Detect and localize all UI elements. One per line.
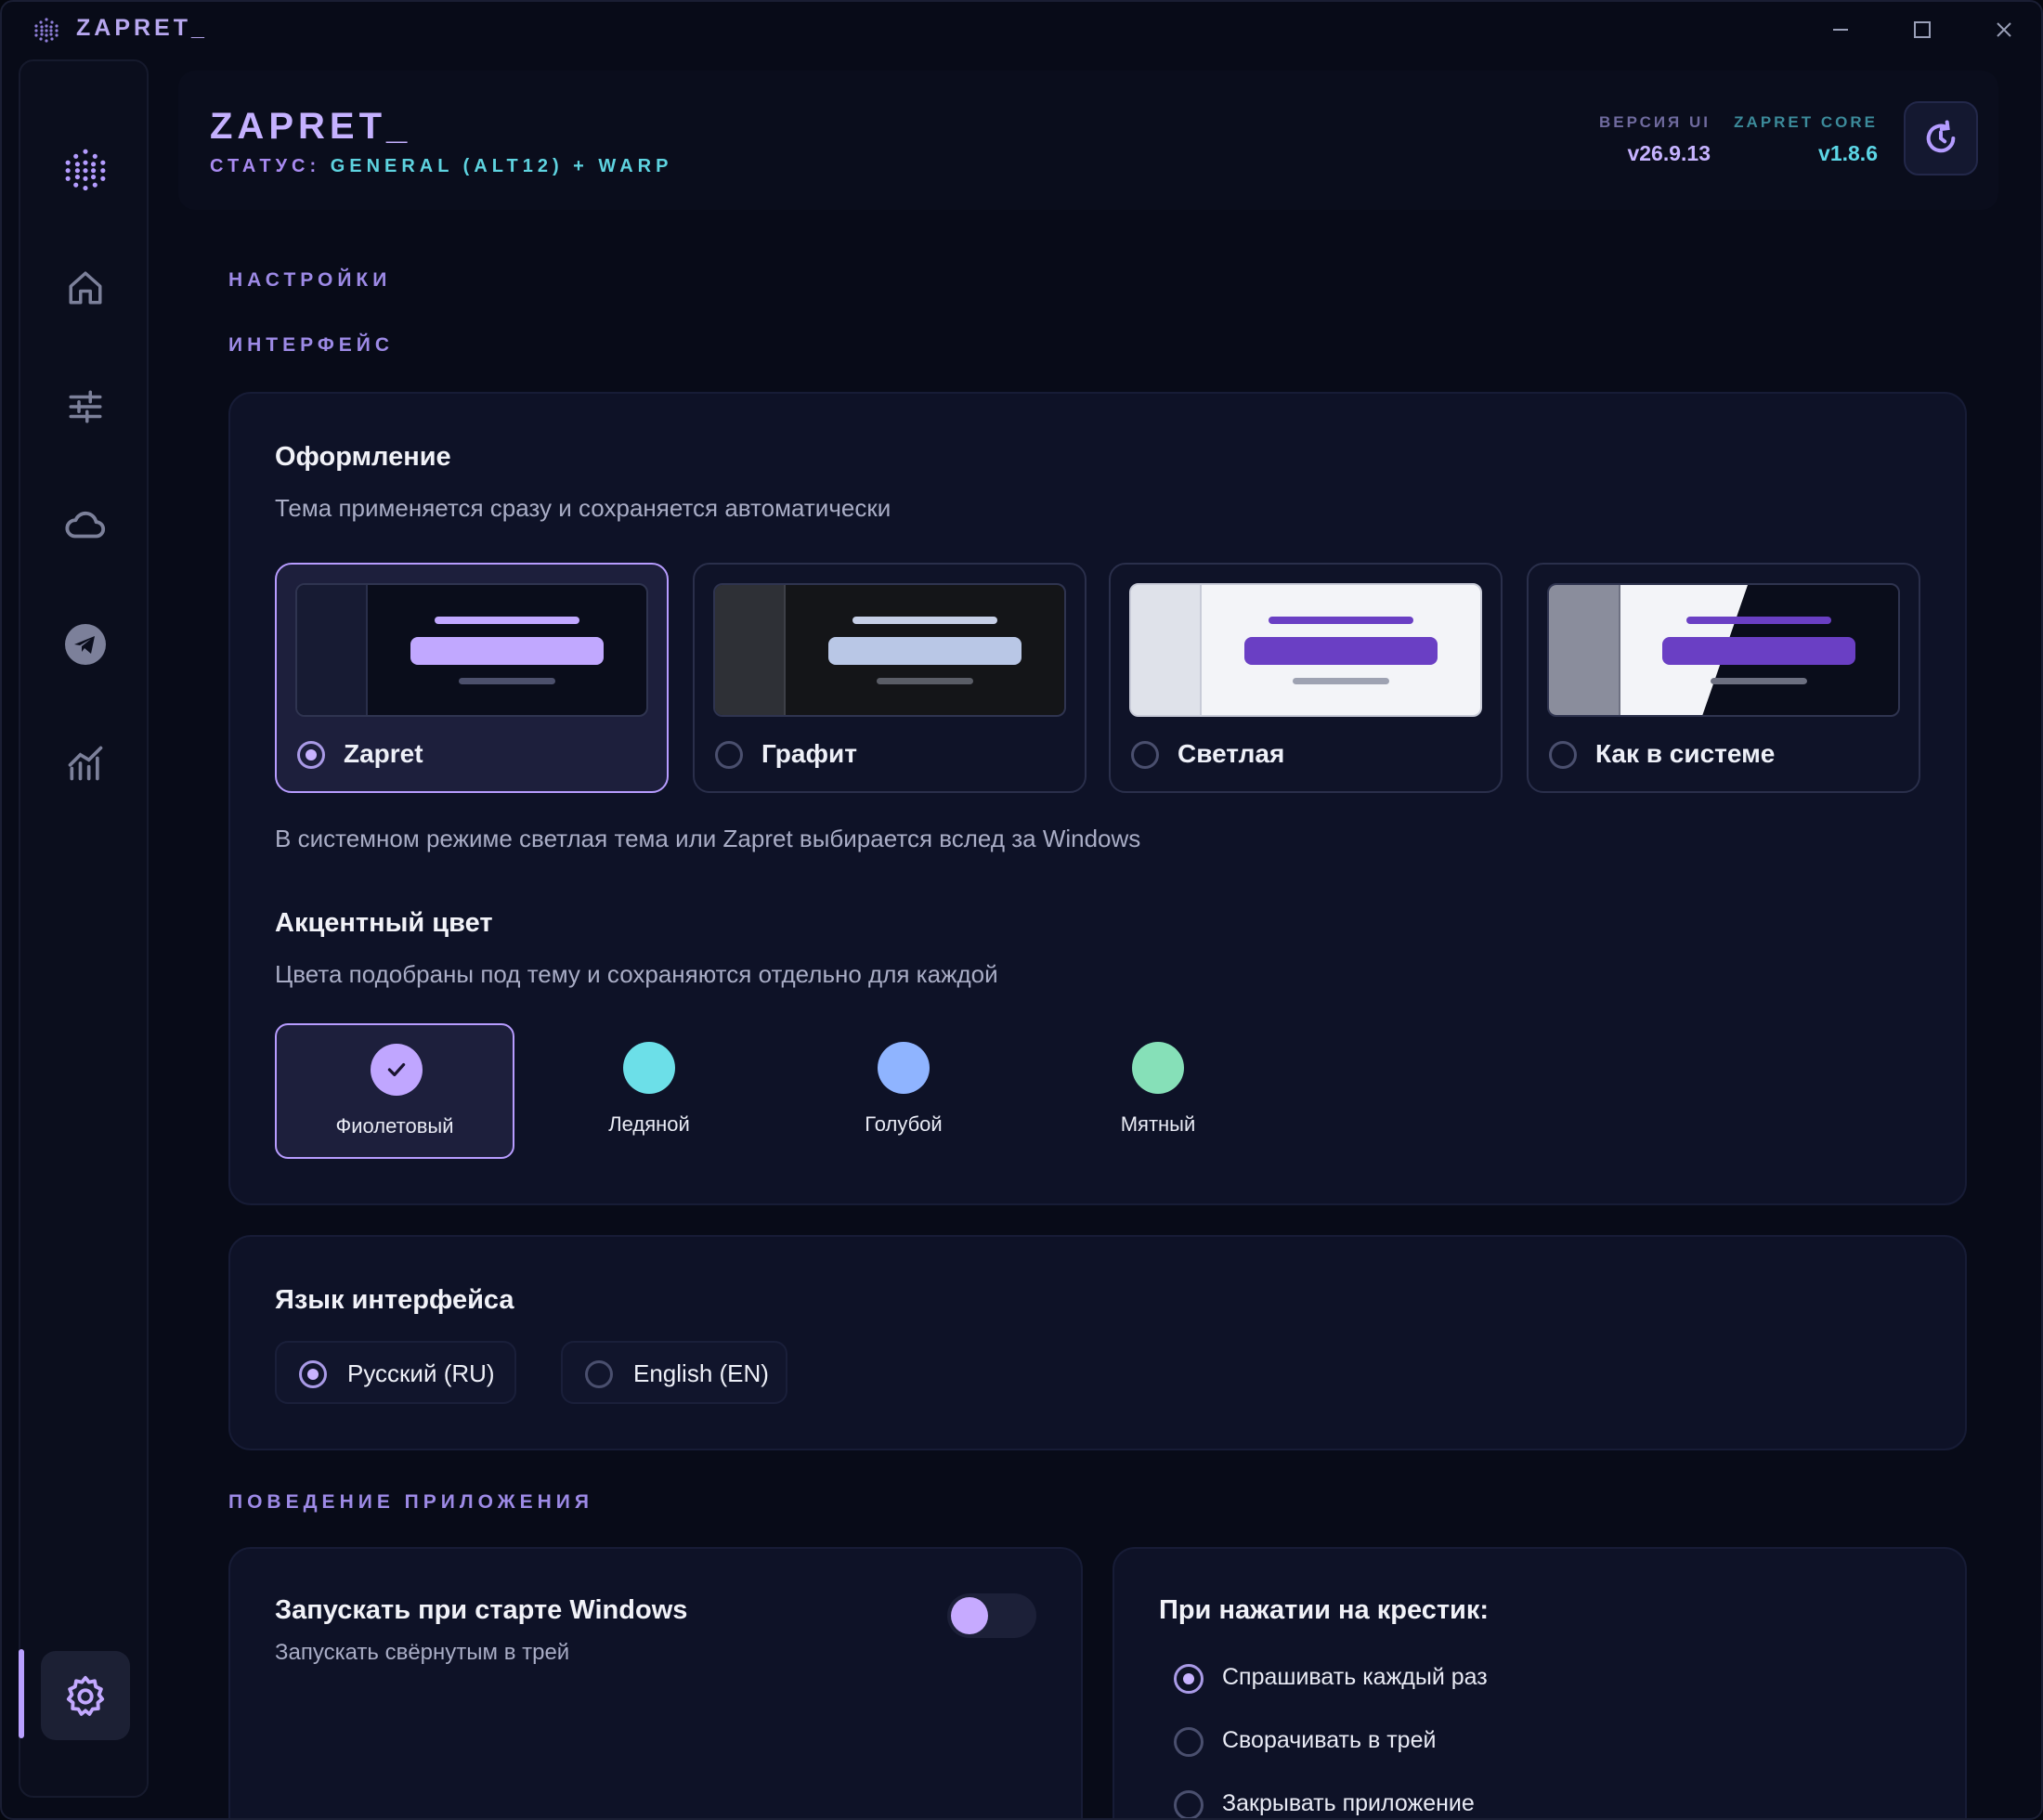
language-option-en[interactable]: English (EN) (561, 1341, 787, 1404)
chart-icon (68, 746, 103, 781)
section-settings: НАСТРОЙКИ (228, 269, 392, 291)
theme-preview (1129, 583, 1482, 717)
appearance-title: Оформление (275, 442, 451, 472)
accent-swatch (623, 1042, 675, 1094)
minimize-button[interactable] (1817, 11, 1864, 48)
accent-swatch (1132, 1042, 1184, 1094)
toggle-knob (951, 1597, 988, 1634)
autostart-subtitle: Запускать свёрнутым в трей (275, 1640, 570, 1665)
accent-option-violet[interactable]: Фиолетовый (275, 1023, 514, 1159)
sidebar-item-telegram[interactable] (52, 611, 119, 678)
theme-option-light[interactable]: Светлая (1109, 563, 1503, 793)
page-title: ZAPRET_ (210, 106, 412, 147)
theme-label: Zapret (344, 739, 423, 768)
core-version-value: v1.8.6 (1818, 141, 1878, 165)
autostart-card (228, 1547, 1083, 1818)
close-icon (1997, 22, 2011, 37)
autostart-toggle[interactable] (947, 1593, 1036, 1638)
home-icon (69, 271, 102, 305)
close-option-label: Спрашивать каждый раз (1222, 1664, 1488, 1690)
cloud-icon (65, 511, 106, 539)
theme-radio[interactable] (297, 741, 325, 769)
theme-preview (713, 583, 1066, 717)
language-radio[interactable] (299, 1360, 327, 1388)
close-option-label: Сворачивать в трей (1222, 1727, 1437, 1753)
status-label: СТАТУС: (210, 156, 321, 176)
dots-logo-icon (65, 149, 106, 191)
ui-version-value: v26.9.13 (1627, 141, 1711, 165)
sidebar-item-stats[interactable] (52, 730, 119, 797)
close-option-radio[interactable] (1174, 1727, 1204, 1757)
accent-option-mint[interactable]: Мятный (1038, 1023, 1278, 1159)
gear-icon (66, 1675, 105, 1716)
dots-logo-icon (34, 18, 59, 43)
language-radio[interactable] (585, 1360, 613, 1388)
header: ZAPRET_ СТАТУС: GENERAL (ALT12) + WARP В… (178, 71, 1998, 210)
accent-label: Мятный (1120, 1112, 1196, 1136)
sidebar (19, 59, 149, 1798)
maximize-button[interactable] (1899, 11, 1945, 48)
check-icon (387, 1062, 406, 1077)
appearance-subtitle: Тема применяется сразу и сохраняется авт… (275, 494, 891, 522)
theme-radio[interactable] (1549, 741, 1577, 769)
theme-radio[interactable] (715, 741, 743, 769)
maximize-icon (1914, 21, 1931, 38)
theme-option-graphite[interactable]: Графит (693, 563, 1087, 793)
system-theme-preview (1549, 585, 1855, 715)
theme-option-zapret[interactable]: Zapret (275, 563, 669, 793)
ui-version: ВЕРСИЯ UI v26.9.13 (1525, 113, 1711, 166)
accent-label: Ледяной (608, 1112, 690, 1136)
language-option-ru[interactable]: Русский (RU) (275, 1341, 516, 1404)
language-label: Русский (RU) (347, 1359, 495, 1387)
title-bar: ZAPRET_ (2, 2, 2041, 58)
sidebar-item-home[interactable] (52, 254, 119, 321)
language-title: Язык интерфейса (275, 1285, 514, 1315)
status-line: СТАТУС: GENERAL (ALT12) + WARP (210, 156, 672, 177)
minimize-icon (1833, 29, 1848, 31)
accent-option-blue[interactable]: Голубой (784, 1023, 1023, 1159)
language-label: English (EN) (633, 1359, 769, 1387)
section-interface: ИНТЕРФЕЙС (228, 334, 395, 356)
sidebar-item-strategies[interactable] (52, 373, 119, 440)
theme-label: Как в системе (1595, 739, 1776, 768)
theme-option-system[interactable]: Как в системе (1527, 563, 1920, 793)
section-behavior: ПОВЕДЕНИЕ ПРИЛОЖЕНИЯ (228, 1491, 593, 1513)
accent-label: Фиолетовый (335, 1114, 454, 1138)
accent-option-ice[interactable]: Ледяной (529, 1023, 769, 1159)
status-value: GENERAL (ALT12) + WARP (330, 156, 673, 176)
sliders-icon (69, 390, 102, 423)
close-option-radio[interactable] (1174, 1790, 1204, 1818)
accent-swatch (371, 1044, 423, 1096)
sidebar-item-settings[interactable] (41, 1651, 130, 1740)
close-option-label: Закрывать приложение (1222, 1790, 1475, 1816)
accent-title: Акцентный цвет (275, 908, 493, 938)
sidebar-item-warp[interactable] (52, 492, 119, 559)
theme-label: Графит (761, 739, 857, 768)
sidebar-item-logo[interactable] (52, 136, 119, 202)
ui-version-label: ВЕРСИЯ UI (1599, 113, 1711, 131)
theme-preview (295, 583, 648, 717)
accent-swatch (878, 1042, 930, 1094)
theme-preview (1547, 583, 1900, 717)
theme-note: В системном режиме светлая тема или Zapr… (275, 825, 1141, 852)
accent-label: Голубой (865, 1112, 943, 1136)
telegram-icon (65, 624, 106, 665)
core-version: ZAPRET CORE v1.8.6 (1720, 113, 1878, 166)
core-version-label: ZAPRET CORE (1734, 113, 1878, 131)
close-action-title: При нажатии на крестик: (1159, 1595, 1490, 1625)
close-button[interactable] (1981, 11, 2027, 48)
window-title: ZAPRET_ (76, 15, 208, 41)
autostart-title: Запускать при старте Windows (275, 1595, 688, 1625)
close-option-radio[interactable] (1174, 1664, 1204, 1694)
refresh-button[interactable] (1904, 101, 1978, 176)
app-window: ZAPRET_ ZAPRET_ СТАТУС: GENERAL (ALT12) … (0, 0, 2043, 1820)
accent-subtitle: Цвета подобраны под тему и сохраняются о… (275, 960, 998, 988)
refresh-icon (1926, 120, 1956, 153)
theme-radio[interactable] (1131, 741, 1159, 769)
active-indicator (19, 1649, 24, 1738)
theme-label: Светлая (1178, 739, 1285, 768)
